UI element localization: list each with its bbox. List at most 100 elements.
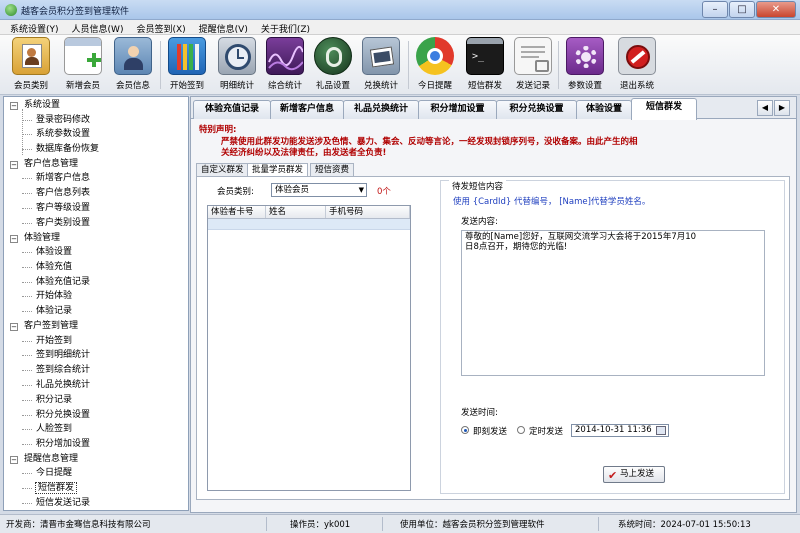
tree-item-system-params[interactable]: 系统参数设置 [4, 127, 188, 142]
toolbar-summary-stats-button[interactable]: 综合统计 [260, 37, 310, 93]
tree-item-signin-detail[interactable]: 签到明细统计 [4, 348, 188, 363]
tab-trial-settings[interactable]: 体验设置 [576, 100, 632, 119]
close-button[interactable]: ✕ [756, 1, 796, 18]
tab-points-add[interactable]: 积分增加设置 [418, 100, 497, 119]
subtab-batch-broadcast[interactable]: 批量学员群发 [247, 163, 309, 177]
tab-sms-broadcast[interactable]: 短信群发 [631, 98, 697, 120]
tree-item-customer-list[interactable]: 客户信息列表 [4, 186, 188, 201]
timed-send-radio[interactable] [517, 426, 525, 434]
send-datetime-picker[interactable]: 2014-10-31 11:36 [571, 424, 669, 437]
batch-broadcast-panel: 会员类别: 体验会员 ▼ 0个 体验者卡号 姓名 手机号码 待发短信内容 使用 … [196, 176, 790, 500]
calendar-icon[interactable] [656, 426, 666, 435]
toolbar-sms-broadcast-button[interactable]: >_ 短信群发 [460, 37, 510, 93]
toolbar-detail-stats-button[interactable]: 明细统计 [212, 37, 262, 93]
exit-icon [618, 37, 656, 75]
toolbar-today-reminder-button[interactable]: 今日提醒 [410, 37, 460, 93]
menu-about[interactable]: 关于我们(Z) [255, 20, 317, 35]
toolbar-gift-settings-button[interactable]: 礼品设置 [308, 37, 358, 93]
menu-reminder[interactable]: 提醒信息(V) [193, 20, 255, 35]
tree-item-trial-log[interactable]: 体验记录 [4, 304, 188, 319]
datetime-value: 2014-10-31 11:36 [575, 425, 652, 435]
toolbar-start-signin-button[interactable]: 开始签到 [162, 37, 212, 93]
member-table[interactable]: 体验者卡号 姓名 手机号码 [207, 205, 411, 491]
menu-signin[interactable]: 会员签到(X) [130, 20, 192, 35]
tree-item-signin-summary[interactable]: 签到综合统计 [4, 363, 188, 378]
subtab-sms-rates[interactable]: 短信资费 [310, 163, 355, 176]
notice-body: 严禁使用此群发功能发送涉及色情、暴力、集会、反动等言论，一经发现封锁序列号，没收… [221, 137, 638, 158]
tab-gift-redeem-stats[interactable]: 礼品兑换统计 [343, 100, 419, 119]
menu-people[interactable]: 人员信息(W) [66, 20, 131, 35]
chevron-down-icon: ▼ [358, 186, 364, 194]
maximize-button[interactable]: □ [729, 1, 755, 18]
toolbar-label: 会员信息 [115, 81, 150, 91]
tree-item-trial-settings[interactable]: 体验设置 [4, 245, 188, 260]
photo-folder-icon [362, 37, 400, 75]
tree-group-trial[interactable]: − 体验管理 [4, 231, 188, 246]
column-header-card[interactable]: 体验者卡号 [208, 206, 266, 218]
main-panel: 体验充值记录 新增客户信息 礼品兑换统计 积分增加设置 积分兑换设置 体验设置 … [190, 96, 797, 513]
clock-history-icon [218, 37, 256, 75]
minimize-button[interactable]: – [702, 1, 728, 18]
app-logo-icon [5, 4, 17, 16]
gear-icon [566, 37, 604, 75]
tree-item-customer-type[interactable]: 客户类别设置 [4, 216, 188, 231]
sms-content-textarea[interactable]: 尊敬的[Name]您好，互联网交流学习大会将于2015年7月10 日8点召开，期… [461, 230, 765, 376]
member-type-select[interactable]: 体验会员 ▼ [271, 183, 367, 197]
tab-scroll-right-button[interactable]: ▶ [774, 100, 790, 116]
tree-group-signin[interactable]: − 客户签到管理 [4, 319, 188, 334]
column-header-phone[interactable]: 手机号码 [326, 206, 410, 218]
tree-item-db-backup[interactable]: 数据库备份恢复 [4, 142, 188, 157]
toolbar-exit-button[interactable]: 退出系统 [612, 37, 662, 93]
tree-item-trial-recharge[interactable]: 体验充值 [4, 260, 188, 275]
tree-item-trial-recharge-log[interactable]: 体验充值记录 [4, 275, 188, 290]
tree-item-points-log[interactable]: 积分记录 [4, 393, 188, 408]
tree-item-customer-level[interactable]: 客户等级设置 [4, 201, 188, 216]
tree-item-password[interactable]: 登录密码修改 [4, 113, 188, 128]
tab-new-customer[interactable]: 新增客户信息 [270, 100, 344, 119]
status-operator: 操作员：yk001 [290, 520, 351, 530]
member-count: 0个 [377, 187, 391, 197]
tree-item-points-redeem[interactable]: 积分兑换设置 [4, 408, 188, 423]
tree-item-start-trial[interactable]: 开始体验 [4, 289, 188, 304]
notice-title: 特别声明: [199, 125, 237, 135]
tree-item-sms-broadcast[interactable]: 短信群发 [4, 481, 188, 496]
checkmark-icon: ✔ [608, 469, 618, 482]
toolbar-add-member-button[interactable]: 新增会员 [58, 37, 108, 93]
group-title: 待发短信内容 [449, 180, 507, 192]
send-now-radio[interactable] [461, 426, 469, 434]
tree-item-face-signin[interactable]: 人脸签到 [4, 422, 188, 437]
send-time-label: 发送时间: [461, 408, 498, 418]
title-bar: 越客会员积分签到管理软件 – □ ✕ [0, 0, 800, 20]
timed-send-label[interactable]: 定时发送 [529, 425, 563, 437]
tree-item-points-add[interactable]: 积分增加设置 [4, 437, 188, 452]
text-file-icon [514, 37, 552, 75]
column-header-name[interactable]: 姓名 [266, 206, 326, 218]
toolbar-send-records-button[interactable]: 发送记录 [508, 37, 558, 93]
tree-group-reminder[interactable]: − 提醒信息管理 [4, 452, 188, 467]
tree-item-start-signin[interactable]: 开始签到 [4, 334, 188, 349]
warning-notice: 特别声明: 严禁使用此群发功能发送涉及色情、暴力、集会、反动等言论，一经发现封锁… [199, 125, 638, 158]
toolbar-label: 今日提醒 [417, 81, 452, 91]
toolbar-parameter-settings-button[interactable]: 参数设置 [560, 37, 610, 93]
tab-trial-recharge-log[interactable]: 体验充值记录 [193, 100, 271, 119]
send-now-button[interactable]: ✔ 马上发送 [603, 466, 665, 483]
subtab-custom-broadcast[interactable]: 自定义群发 [196, 163, 249, 176]
send-button-label: 马上发送 [620, 469, 655, 479]
tree-item-today-reminder[interactable]: 今日提醒 [4, 466, 188, 481]
toolbar-redeem-stats-button[interactable]: 兑换统计 [356, 37, 406, 93]
tree-item-sms-log[interactable]: 短信发送记录 [4, 496, 188, 510]
table-row[interactable] [208, 219, 410, 230]
tab-scroll-left-button[interactable]: ◀ [757, 100, 773, 116]
toolbar-member-type-button[interactable]: 会员类别 [6, 37, 56, 93]
tab-points-redeem[interactable]: 积分兑换设置 [496, 100, 577, 119]
menu-system[interactable]: 系统设置(Y) [4, 20, 66, 35]
tree-group-system[interactable]: − 系统设置 [4, 98, 188, 113]
toolbar-member-info-button[interactable]: 会员信息 [108, 37, 158, 93]
send-now-label[interactable]: 即刻发送 [473, 425, 507, 437]
tree-group-customer[interactable]: − 客户信息管理 [4, 157, 188, 172]
toolbar-label: 发送记录 [515, 81, 550, 91]
toolbar-label: 兑换统计 [363, 81, 398, 91]
tree-item-new-customer[interactable]: 新增客户信息 [4, 171, 188, 186]
tree-item-gift-redeem-stats[interactable]: 礼品兑换统计 [4, 378, 188, 393]
status-time: 系统时间：2024-07-01 15:50:13 [618, 520, 751, 530]
